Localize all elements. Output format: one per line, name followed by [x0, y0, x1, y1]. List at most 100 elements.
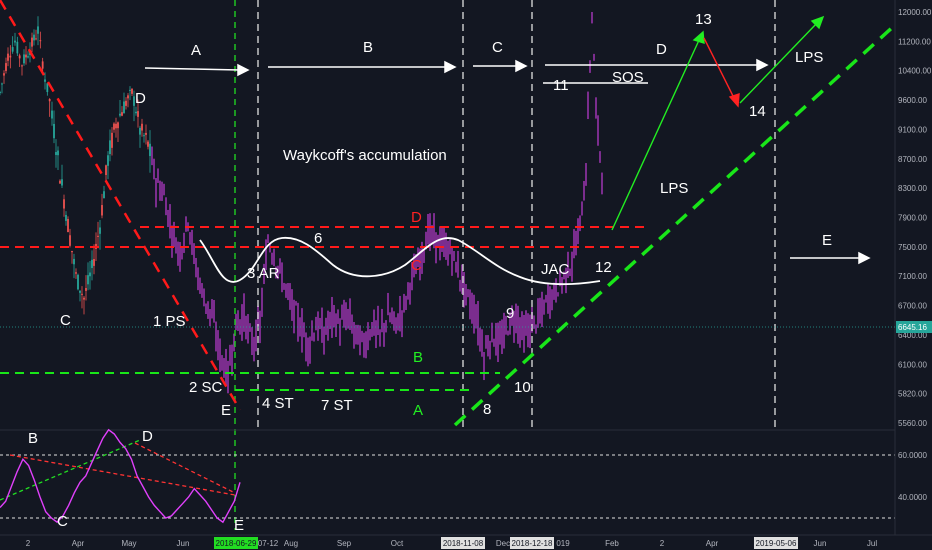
price-tick-label: 7100.00 [898, 272, 927, 281]
candle-body [85, 288, 87, 291]
point-9: 9 [506, 305, 514, 322]
candle-body [107, 155, 109, 166]
point-2-sc: 2 SC [189, 379, 223, 396]
point-14: 14 [749, 103, 766, 120]
candle-body [44, 79, 46, 82]
candle-body [1, 83, 3, 85]
candle-body [97, 235, 99, 237]
price-tick-label: 12000.00 [898, 8, 932, 17]
candle-body [41, 61, 44, 69]
candle-body [27, 56, 29, 58]
candle-body [119, 113, 121, 116]
candle-body [61, 179, 63, 186]
candle-body [5, 63, 7, 71]
candle-body [21, 65, 23, 67]
candle-body [139, 127, 141, 135]
time-tick-label: Feb [605, 539, 619, 548]
sos-label: SOS [612, 69, 644, 86]
candle-body [129, 89, 131, 91]
candle-body [67, 219, 69, 233]
time-tick-label: 2018-06-29 [216, 539, 257, 548]
candle-body [16, 41, 19, 54]
candle-body [145, 132, 147, 135]
candle-body [111, 132, 113, 148]
point-6: 6 [314, 230, 322, 247]
candle-body [0, 91, 1, 93]
candle-body [73, 258, 75, 265]
candle-body [57, 150, 59, 156]
point-4-st: 4 ST [262, 395, 294, 412]
price-tick-label: 6700.00 [898, 302, 927, 311]
candle-body [37, 26, 39, 34]
candle-body [18, 55, 21, 59]
lps-label-2: LPS [660, 180, 688, 197]
candle-body [89, 272, 91, 277]
point-11: 11 [553, 77, 569, 94]
point-3-ar: 3 AR [247, 265, 280, 282]
candle-body [55, 152, 57, 155]
candle-body [79, 290, 81, 293]
candle-body [69, 235, 71, 246]
time-tick-label: Jun [814, 539, 827, 548]
level-c-label: C [411, 257, 422, 274]
jac-label: JAC [541, 261, 570, 278]
candle-body [91, 259, 93, 269]
point-13: 13 [695, 11, 712, 28]
candle-body [147, 141, 149, 147]
point-c-left: C [60, 312, 71, 329]
time-tick-label: Jul [867, 539, 877, 548]
phase-e-label: E [822, 232, 832, 249]
price-tick-label: 11200.00 [898, 37, 931, 46]
phase-d-label: D [656, 41, 667, 58]
point-e: E [221, 402, 231, 419]
point-d-top: D [135, 90, 146, 107]
price-tick-label: 9100.00 [898, 125, 927, 134]
candle-body [137, 111, 139, 117]
candle-body [31, 37, 33, 47]
candle-body [48, 99, 51, 102]
candle-body [109, 140, 111, 155]
candle-body [7, 53, 9, 61]
point-8: 8 [483, 401, 491, 418]
phase-b-label: B [363, 39, 373, 56]
price-tick-label: 8700.00 [898, 155, 927, 164]
candle-body [117, 122, 119, 129]
lps-label-1: LPS [795, 49, 823, 66]
candle-body [125, 100, 127, 106]
candle-body [39, 40, 42, 42]
candle-body [93, 258, 95, 266]
candle-body [11, 47, 14, 52]
candle-body [65, 214, 67, 221]
time-tick-label: 2018-11-08 [443, 539, 484, 548]
time-tick-label: Oct [391, 539, 404, 548]
osc-label-d: D [142, 428, 153, 445]
osc-tick-label: 60.0000 [898, 451, 927, 460]
time-tick-label: Jun [177, 539, 190, 548]
price-tick-label: 6100.00 [898, 360, 927, 369]
price-axis-ticks: 12000.00 11200.00 10400.00 9600.00 9100.00 87… [898, 8, 932, 428]
point-7-st: 7 ST [321, 397, 353, 414]
candle-body [131, 88, 133, 94]
time-tick-label: Aug [284, 539, 298, 548]
time-tick-label: Apr [72, 539, 85, 548]
wyckoff-chart: A B C D E Waykcoff's accumulation D C 1 … [0, 0, 932, 550]
time-tick-label: Apr [706, 539, 719, 548]
osc-label-c: C [57, 513, 68, 530]
candle-body [105, 165, 107, 175]
level-a-label: A [413, 402, 423, 419]
candle-body [25, 54, 27, 58]
current-price-text: 6645.16 [898, 323, 927, 332]
osc-label-b: B [28, 430, 38, 447]
candle-body [77, 274, 79, 290]
candle-body [127, 95, 129, 99]
candle-body [33, 34, 35, 41]
candle-body [3, 73, 5, 76]
time-tick-label: 019 [556, 539, 570, 548]
candle-body [121, 112, 123, 116]
price-tick-label: 5820.00 [898, 390, 927, 399]
time-tick-label: 07-12 [258, 539, 279, 548]
candle-body [81, 293, 83, 295]
time-tick-label: 2019-05-06 [756, 539, 797, 548]
candle-body [9, 55, 12, 58]
time-tick-label: Sep [337, 539, 352, 548]
